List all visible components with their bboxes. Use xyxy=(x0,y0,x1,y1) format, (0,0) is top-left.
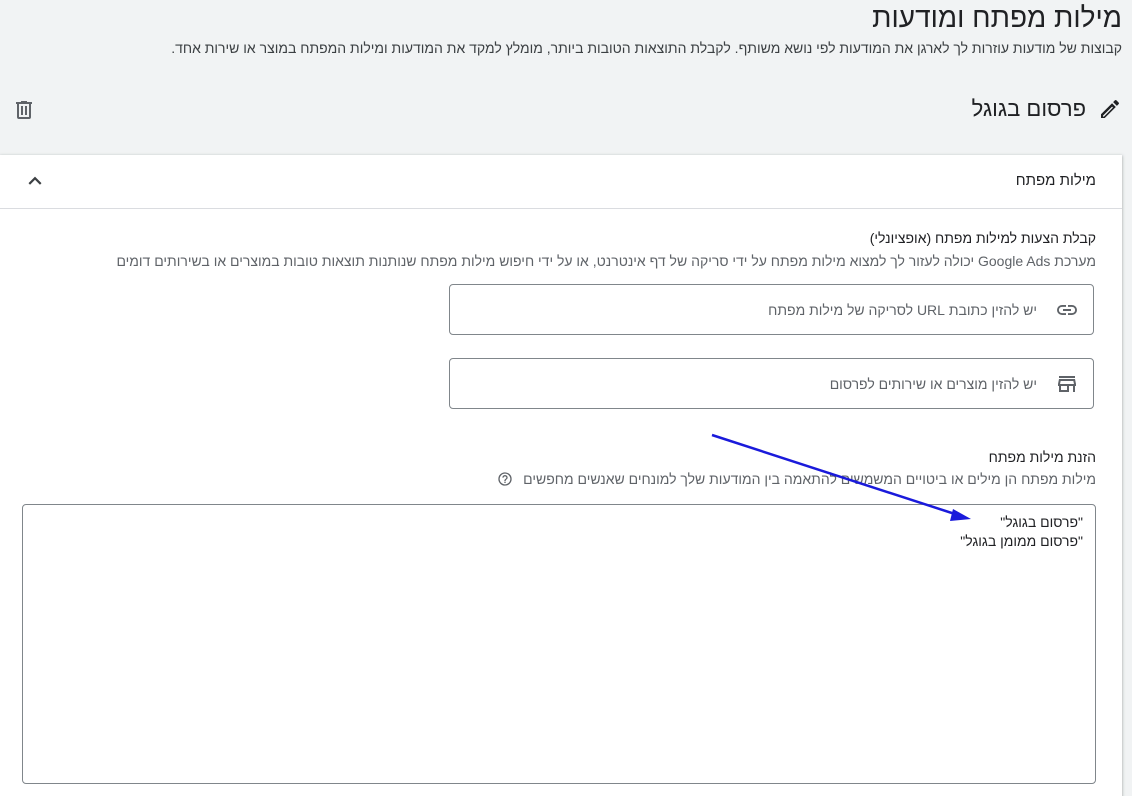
keywords-card-header[interactable]: מילות מפתח xyxy=(0,155,1122,209)
keywords-textarea[interactable]: "פרסום בגוגל" "פרסום ממומן בגוגל" xyxy=(33,513,1086,773)
suggestions-title: קבלת הצעות למילות מפתח (אופציונלי) xyxy=(869,230,1096,246)
chevron-up-icon[interactable] xyxy=(22,168,48,194)
enter-keywords-description-text: מילות מפתח הן מילים או ביטויים המשמשים ל… xyxy=(523,471,1096,487)
enter-keywords-title: הזנת מילות מפתח xyxy=(988,449,1096,465)
products-input-field[interactable] xyxy=(449,358,1094,409)
store-icon xyxy=(1055,372,1079,396)
ad-group-header: פרסום בגוגל xyxy=(972,96,1122,122)
products-input[interactable] xyxy=(477,359,1037,408)
suggestions-description: מערכת Google Ads יכולה לעזור לך למצוא מי… xyxy=(116,253,1096,269)
link-icon xyxy=(1055,298,1079,322)
trash-icon[interactable] xyxy=(12,98,36,122)
url-input[interactable] xyxy=(477,285,1037,334)
keywords-textarea-field[interactable]: "פרסום בגוגל" "פרסום ממומן בגוגל" xyxy=(22,504,1096,784)
page-title: מילות מפתח ומודעות xyxy=(872,2,1122,33)
page: מילות מפתח ומודעות קבוצות של מודעות עוזר… xyxy=(0,0,1132,796)
keywords-card: מילות מפתח קבלת הצעות למילות מפתח (אופצי… xyxy=(0,155,1122,796)
ad-group-name: פרסום בגוגל xyxy=(971,96,1086,121)
url-input-field[interactable] xyxy=(449,284,1094,335)
page-subtitle: קבוצות של מודעות עוזרות לך לארגן את המוד… xyxy=(171,40,1122,56)
enter-keywords-description: מילות מפתח הן מילים או ביטויים המשמשים ל… xyxy=(497,471,1096,487)
pencil-icon[interactable] xyxy=(1098,97,1122,121)
help-circle-icon[interactable] xyxy=(497,471,513,487)
keywords-card-title: מילות מפתח xyxy=(1015,172,1096,189)
